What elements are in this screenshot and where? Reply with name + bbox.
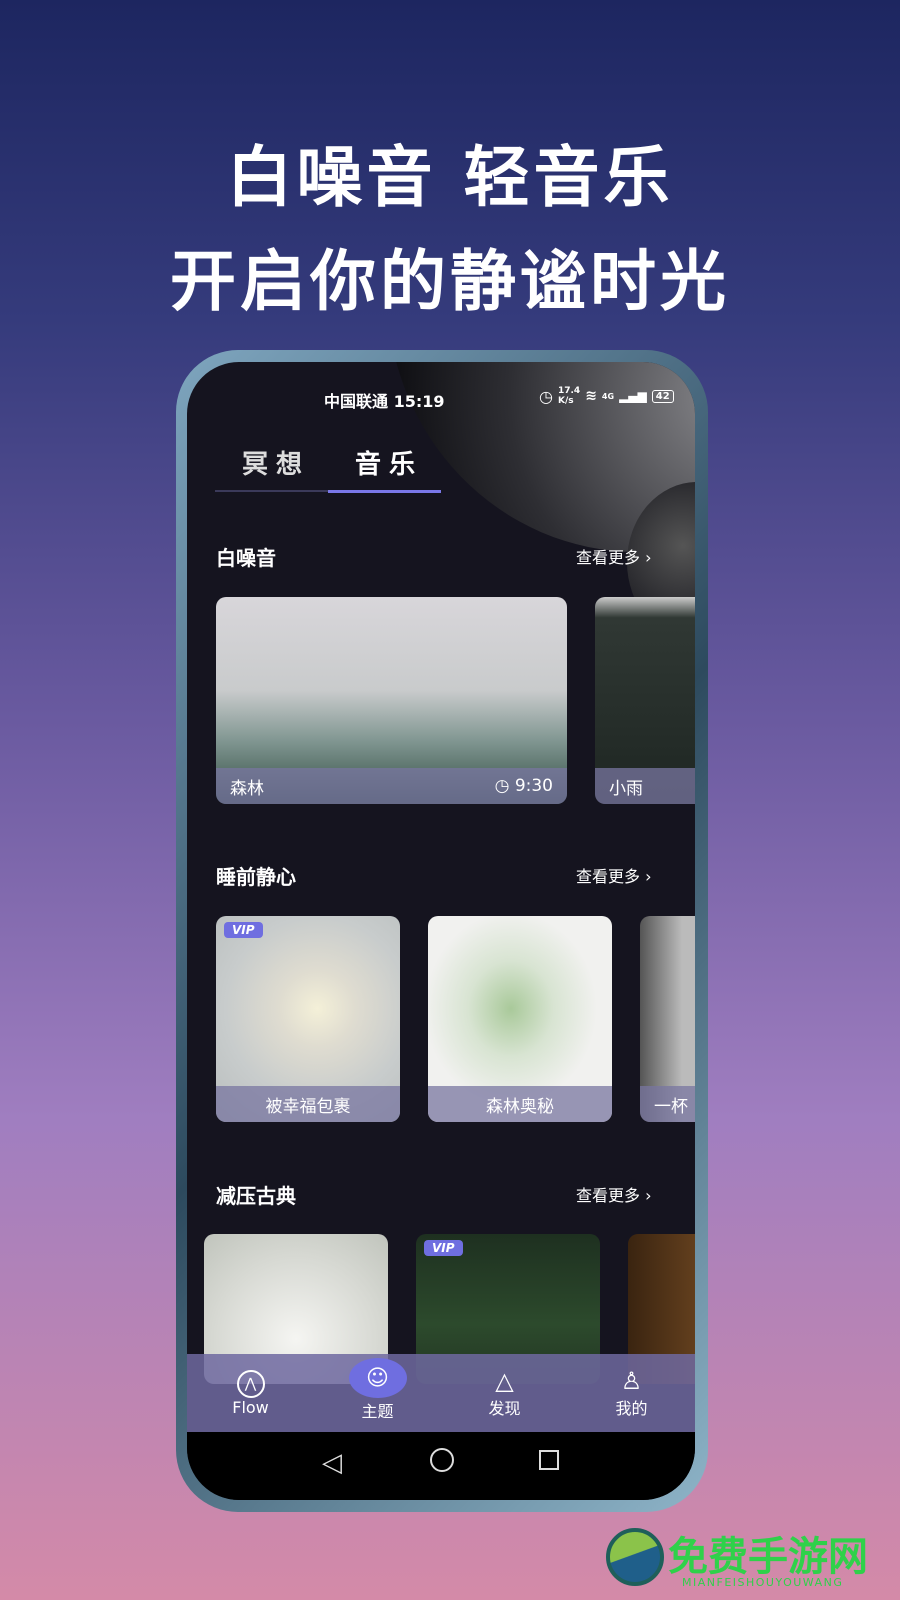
tab-track [215, 490, 328, 492]
net-speed-unit: K/s [557, 396, 574, 406]
tab-indicator [328, 490, 441, 493]
nav-label: 主题 [361, 1402, 394, 1421]
nav-discover[interactable]: △ 发现 [441, 1354, 568, 1432]
section-title-white-noise: 白噪音 [216, 546, 276, 570]
meditation-icon: ☺ [348, 1358, 407, 1398]
home-icon[interactable] [430, 1448, 454, 1472]
bottom-nav: ⋀ Flow ☺ 主题 △ 发现 ♙ 我的 [187, 1354, 695, 1432]
alarm-icon: ◷ [539, 386, 553, 406]
nav-label: 发现 [488, 1399, 521, 1418]
card-label: 森林奥秘 [486, 1096, 554, 1117]
wifi-icon: ≋ [585, 388, 597, 404]
see-more-white-noise[interactable]: 查看更多 › [576, 544, 652, 568]
phone-screen: 中国联通 15:19 ◷ 17.4 K/s ≋ 4G ▂▄▆ 42 冥想 音乐 白… [187, 362, 695, 1500]
net-speed: 17.4 [557, 386, 581, 396]
timer-icon: ◷ [494, 776, 510, 796]
vip-badge: VIP [224, 922, 263, 938]
flow-icon: ⋀ [236, 1369, 265, 1398]
recents-icon[interactable] [539, 1450, 559, 1470]
vip-badge: VIP [424, 1240, 463, 1256]
section-title-classical: 减压古典 [216, 1184, 296, 1208]
card-cup[interactable]: 一杯 [640, 916, 695, 1122]
headline-line1: 白噪音 轻音乐 [226, 139, 674, 216]
card-label: 被幸福包裹 [265, 1096, 351, 1117]
card-label: 森林 [230, 778, 264, 799]
pyramid-icon: △ [495, 1367, 514, 1395]
watermark-text: 免费手游网 [668, 1533, 868, 1580]
user-icon: ♙ [620, 1367, 643, 1395]
section-title-sleep: 睡前静心 [216, 865, 296, 889]
signal-icon: ▂▄▆ [619, 389, 647, 403]
tab-music[interactable]: 音乐 [355, 444, 423, 481]
card-forest[interactable]: 森林 ◷ 9:30 [216, 597, 567, 804]
battery-icon: 42 [651, 389, 674, 403]
nav-label: Flow [232, 1397, 269, 1417]
status-carrier-time: 中国联通 15:19 [324, 392, 445, 411]
watermark-subtext: MIANFEISHOUYOUWANG [682, 1576, 844, 1589]
back-icon[interactable]: ◁ [322, 1448, 342, 1478]
card-duration: 9:30 [514, 776, 553, 796]
tab-meditation[interactable]: 冥想 [242, 444, 310, 481]
card-light-rain[interactable]: 小雨 [595, 597, 695, 804]
nav-theme[interactable]: ☺ 主题 [314, 1354, 441, 1432]
card-label: 一杯 [654, 1096, 688, 1117]
see-more-sleep[interactable]: 查看更多 › [576, 863, 652, 887]
system-nav-bar: ◁ [187, 1432, 695, 1500]
headline-line2: 开启你的静谧时光 [170, 243, 730, 320]
nav-label: 我的 [615, 1399, 648, 1418]
nav-mine[interactable]: ♙ 我的 [568, 1354, 695, 1432]
network-type: 4G [601, 391, 615, 401]
card-happiness[interactable]: VIP 被幸福包裹 [216, 916, 400, 1122]
card-forest-mystery[interactable]: 森林奥秘 [428, 916, 612, 1122]
nav-flow[interactable]: ⋀ Flow [187, 1354, 314, 1432]
card-label: 小雨 [609, 778, 643, 799]
see-more-classical[interactable]: 查看更多 › [576, 1182, 652, 1206]
watermark-logo [606, 1528, 664, 1586]
